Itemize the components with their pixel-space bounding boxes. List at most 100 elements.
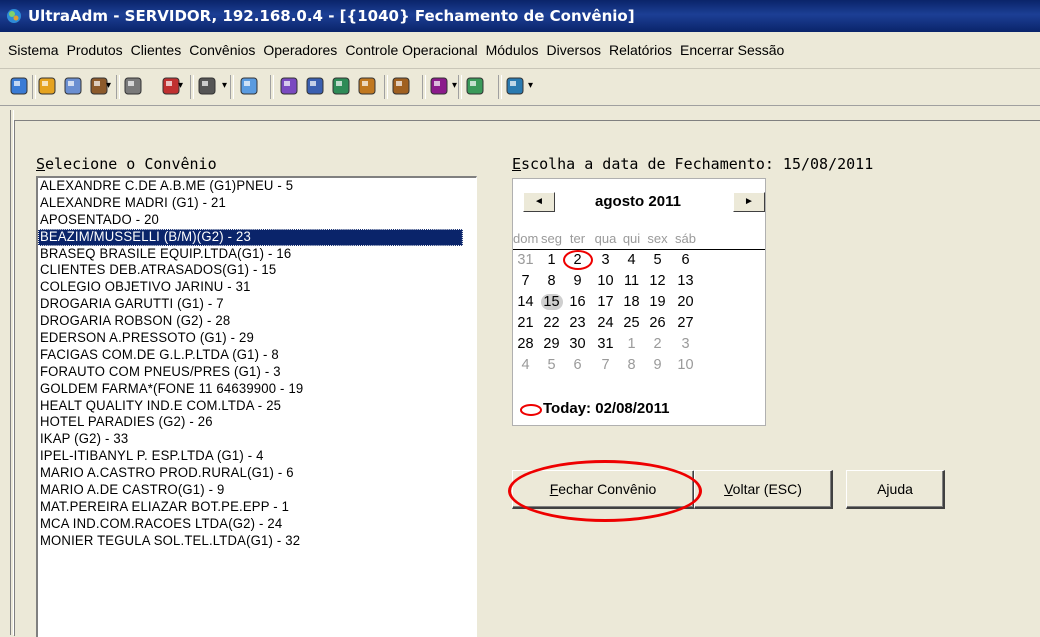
menu-item[interactable]: Clientes (131, 42, 182, 58)
menu-item[interactable]: Produtos (67, 42, 123, 58)
menu-item[interactable]: Sistema (8, 42, 59, 58)
globe-icon[interactable] (36, 75, 58, 97)
pointer-dropdown-chevron-down-icon[interactable]: ▾ (222, 81, 230, 91)
calendar-day[interactable]: 15 (539, 293, 564, 311)
chart-icon[interactable] (356, 75, 378, 97)
line-chart-icon[interactable] (428, 75, 450, 97)
list-item[interactable]: GOLDEM FARMA*(FONE 11 64639900 - 19 (38, 381, 463, 398)
calendar-day[interactable]: 3 (673, 335, 698, 353)
list-item[interactable]: EDERSON A.PRESSOTO (G1) - 29 (38, 330, 463, 347)
calendar-day[interactable]: 9 (565, 272, 590, 290)
title-bar[interactable]: UltraAdm - SERVIDOR, 192.168.0.4 - [{104… (0, 0, 1040, 32)
list-item[interactable]: DROGARIA ROBSON (G2) - 28 (38, 313, 463, 330)
calendar-day[interactable]: 4 (513, 356, 538, 374)
calendar-day[interactable]: 10 (673, 356, 698, 374)
list-item[interactable]: IKAP (G2) - 33 (38, 431, 463, 448)
list-item[interactable]: MARIO A.DE CASTRO(G1) - 9 (38, 482, 463, 499)
list-item[interactable]: COLEGIO OBJETIVO JARINU - 31 (38, 279, 463, 296)
calendar-day[interactable]: 19 (645, 293, 670, 311)
list-item[interactable]: ALEXANDRE C.DE A.B.ME (G1)PNEU - 5 (38, 178, 463, 195)
printer-icon[interactable] (238, 75, 260, 97)
list-item[interactable]: APOSENTADO - 20 (38, 212, 463, 229)
list-item[interactable]: HOTEL PARADIES (G2) - 26 (38, 414, 463, 431)
calendar-day[interactable]: 10 (593, 272, 618, 290)
hand-pointer-icon[interactable] (196, 75, 218, 97)
month-calendar[interactable]: ◄ agosto 2011 ► Today: 02/08/2011 dom seg… (512, 178, 766, 426)
close-convenio-button[interactable]: Fechar Convênio (512, 470, 695, 509)
menu-item[interactable]: Relatórios (609, 42, 672, 58)
calendar-day[interactable]: 14 (513, 293, 538, 311)
calendar-day[interactable]: 17 (593, 293, 618, 311)
menu-item[interactable]: Operadores (263, 42, 337, 58)
exit-icon[interactable] (504, 75, 526, 97)
calendar-day[interactable]: 28 (513, 335, 538, 353)
calendar-day[interactable]: 16 (565, 293, 590, 311)
calendar-day[interactable]: 1 (539, 251, 564, 269)
next-month-button[interactable]: ► (733, 192, 765, 212)
calendar-day[interactable]: 27 (673, 314, 698, 332)
prev-month-button[interactable]: ◄ (523, 192, 555, 212)
list-item[interactable]: DROGARIA GARUTTI (G1) - 7 (38, 296, 463, 313)
calendar-day[interactable]: 8 (539, 272, 564, 290)
menu-item[interactable]: Controle Operacional (345, 42, 477, 58)
list-item[interactable]: MAT.PEREIRA ELIAZAR BOT.PE.EPP - 1 (38, 499, 463, 516)
menu-item[interactable]: Diversos (547, 42, 601, 58)
menu-item[interactable]: Convênios (189, 42, 255, 58)
today-label[interactable]: Today: 02/08/2011 (543, 399, 669, 419)
calendar-day[interactable]: 12 (645, 272, 670, 290)
calendar-day[interactable]: 13 (673, 272, 698, 290)
calendar-day[interactable]: 26 (645, 314, 670, 332)
help-button[interactable]: Ajuda (846, 470, 945, 509)
calendar-day[interactable]: 22 (539, 314, 564, 332)
calendar-day[interactable]: 8 (619, 356, 644, 374)
list-item[interactable]: BEAZIM/MUSSELLI (B/M)(G2) - 23 (38, 228, 463, 246)
menu-item[interactable]: Encerrar Sessão (680, 42, 784, 58)
calendar-day[interactable]: 21 (513, 314, 538, 332)
search-icon[interactable] (304, 75, 326, 97)
list-item[interactable]: FACIGAS COM.DE G.L.P.LTDA (G1) - 8 (38, 347, 463, 364)
coins-dropdown-chevron-down-icon[interactable]: ▾ (106, 81, 114, 91)
list-item[interactable]: MONIER TEGULA SOL.TEL.LTDA(G1) - 32 (38, 533, 463, 550)
calendar-day[interactable]: 18 (619, 293, 644, 311)
calendar-day[interactable]: 23 (565, 314, 590, 332)
back-button[interactable]: Voltar (ESC) (694, 470, 833, 509)
calendar-day[interactable]: 31 (513, 251, 538, 269)
calendar-day[interactable]: 3 (593, 251, 618, 269)
calendar-day[interactable]: 20 (673, 293, 698, 311)
list-item[interactable]: MARIO A.CASTRO PROD.RURAL(G1) - 6 (38, 465, 463, 482)
calendar-icon[interactable] (62, 75, 84, 97)
calendar-day[interactable]: 9 (645, 356, 670, 374)
calendar-day[interactable]: 29 (539, 335, 564, 353)
list-item[interactable]: BRASEQ BRASILE EQUIP.LTDA(G1) - 16 (38, 246, 463, 263)
calendar-day[interactable]: 5 (645, 251, 670, 269)
calendar-day[interactable]: 2 (645, 335, 670, 353)
calendar-day[interactable]: 4 (619, 251, 644, 269)
coins-icon[interactable] (122, 75, 144, 97)
home-icon[interactable] (8, 75, 30, 97)
menu-item[interactable]: Módulos (486, 42, 539, 58)
calendar-day[interactable]: 24 (593, 314, 618, 332)
calendar-day[interactable]: 6 (565, 356, 590, 374)
tools-icon[interactable] (464, 75, 486, 97)
calendar-day[interactable]: 25 (619, 314, 644, 332)
calendar-day[interactable]: 1 (619, 335, 644, 353)
list-item[interactable]: MCA IND.COM.RACOES LTDA(G2) - 24 (38, 516, 463, 533)
people-dropdown-chevron-down-icon[interactable]: ▾ (452, 81, 460, 91)
calendar-day[interactable]: 31 (593, 335, 618, 353)
calendar-day[interactable]: 7 (513, 272, 538, 290)
calendar-day[interactable]: 6 (673, 251, 698, 269)
calendar-day[interactable]: 7 (593, 356, 618, 374)
calendar-day[interactable]: 11 (619, 272, 644, 290)
clock-icon[interactable] (330, 75, 352, 97)
calendar-day[interactable]: 5 (539, 356, 564, 374)
list-item[interactable]: HEALT QUALITY IND.E COM.LTDA - 25 (38, 398, 463, 415)
list-item[interactable]: IPEL-ITIBANYL P. ESP.LTDA (G1) - 4 (38, 448, 463, 465)
people-icon[interactable] (390, 75, 412, 97)
list-item[interactable]: ALEXANDRE MADRI (G1) - 21 (38, 195, 463, 212)
tools-dropdown-chevron-down-icon[interactable]: ▾ (528, 81, 536, 91)
convenio-listbox[interactable]: ALEXANDRE C.DE A.B.ME (G1)PNEU - 5 ALEXAN… (36, 176, 477, 637)
list-item[interactable]: FORAUTO COM PNEUS/PRES (G1) - 3 (38, 364, 463, 381)
calendar-day[interactable]: 30 (565, 335, 590, 353)
report-dropdown-chevron-down-icon[interactable]: ▾ (178, 81, 186, 91)
accounting-icon[interactable] (278, 75, 300, 97)
